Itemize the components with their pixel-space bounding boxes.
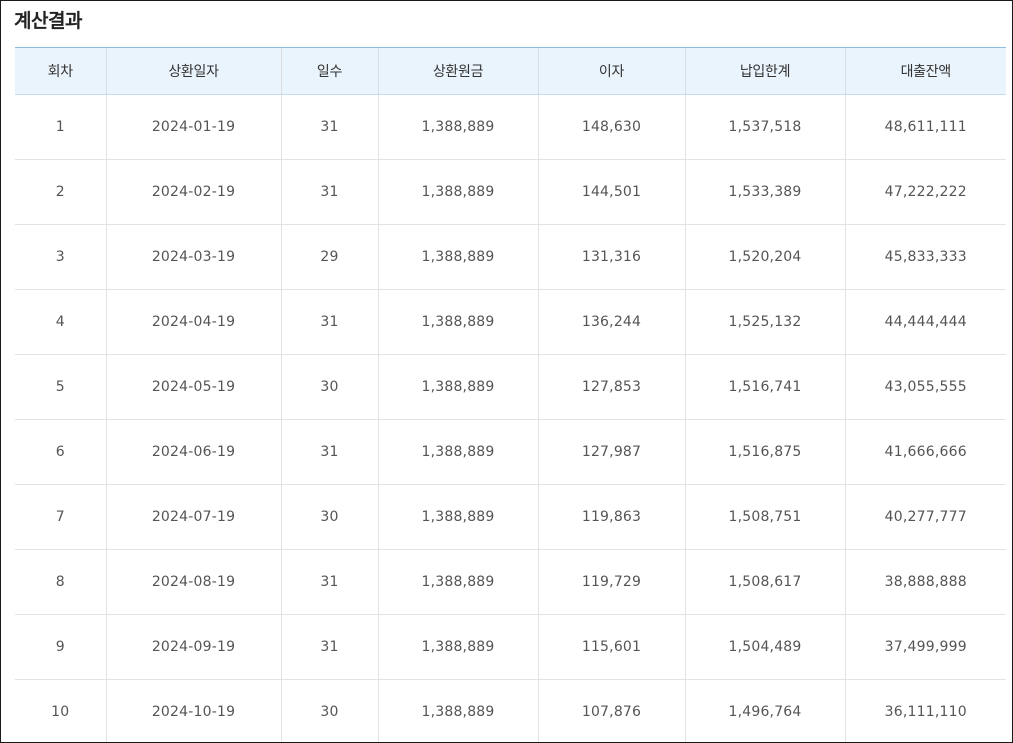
cell-loan-balance: 37,499,999 (844, 614, 1006, 680)
cell-payment-total: 1,520,204 (684, 224, 845, 290)
cell-repayment-date: 2024-04-19 (105, 289, 281, 355)
cell-principal: 1,388,889 (377, 419, 538, 485)
cell-principal: 1,388,889 (377, 354, 538, 420)
result-table: 회차 상환일자 일수 상환원금 이자 납입한계 대출잔액 1 2024-01-1… (15, 47, 1006, 742)
cell-loan-balance: 38,888,888 (844, 549, 1006, 615)
cell-interest: 136,244 (537, 289, 685, 355)
cell-loan-balance: 48,611,111 (844, 94, 1006, 160)
cell-installment-no: 7 (15, 484, 106, 550)
cell-repayment-date: 2024-01-19 (105, 94, 281, 160)
cell-payment-total: 1,504,489 (684, 614, 845, 680)
header-days: 일수 (280, 47, 378, 95)
cell-installment-no: 5 (15, 354, 106, 420)
cell-installment-no: 4 (15, 289, 106, 355)
cell-principal: 1,388,889 (377, 484, 538, 550)
header-installment-no: 회차 (15, 47, 106, 95)
cell-payment-total: 1,533,389 (684, 159, 845, 225)
table-header-row: 회차 상환일자 일수 상환원금 이자 납입한계 대출잔액 (15, 47, 1006, 95)
cell-installment-no: 6 (15, 419, 106, 485)
table-row: 3 2024-03-19 29 1,388,889 131,316 1,520,… (15, 224, 1006, 290)
cell-interest: 127,853 (537, 354, 685, 420)
cell-principal: 1,388,889 (377, 614, 538, 680)
cell-repayment-date: 2024-10-19 (105, 679, 281, 742)
table-row: 6 2024-06-19 31 1,388,889 127,987 1,516,… (15, 419, 1006, 485)
cell-payment-total: 1,516,875 (684, 419, 845, 485)
cell-loan-balance: 45,833,333 (844, 224, 1006, 290)
cell-repayment-date: 2024-03-19 (105, 224, 281, 290)
cell-payment-total: 1,525,132 (684, 289, 845, 355)
cell-interest: 144,501 (537, 159, 685, 225)
cell-repayment-date: 2024-05-19 (105, 354, 281, 420)
cell-principal: 1,388,889 (377, 94, 538, 160)
header-repayment-date: 상환일자 (105, 47, 281, 95)
cell-installment-no: 10 (15, 679, 106, 742)
table-row: 7 2024-07-19 30 1,388,889 119,863 1,508,… (15, 484, 1006, 550)
cell-installment-no: 3 (15, 224, 106, 290)
header-interest: 이자 (537, 47, 685, 95)
cell-days: 31 (280, 549, 378, 615)
cell-payment-total: 1,537,518 (684, 94, 845, 160)
cell-interest: 115,601 (537, 614, 685, 680)
cell-days: 31 (280, 289, 378, 355)
header-payment-total: 납입한계 (684, 47, 845, 95)
cell-loan-balance: 43,055,555 (844, 354, 1006, 420)
calculation-result-panel: 계산결과 회차 상환일자 일수 상환원금 이자 납입한계 대출잔액 1 2024… (0, 0, 1013, 743)
table-row: 8 2024-08-19 31 1,388,889 119,729 1,508,… (15, 549, 1006, 615)
cell-principal: 1,388,889 (377, 289, 538, 355)
cell-installment-no: 8 (15, 549, 106, 615)
cell-repayment-date: 2024-07-19 (105, 484, 281, 550)
table-row: 5 2024-05-19 30 1,388,889 127,853 1,516,… (15, 354, 1006, 420)
cell-loan-balance: 36,111,110 (844, 679, 1006, 742)
cell-payment-total: 1,496,764 (684, 679, 845, 742)
cell-installment-no: 1 (15, 94, 106, 160)
cell-interest: 148,630 (537, 94, 685, 160)
header-principal: 상환원금 (377, 47, 538, 95)
cell-installment-no: 9 (15, 614, 106, 680)
cell-days: 30 (280, 354, 378, 420)
cell-days: 30 (280, 484, 378, 550)
cell-days: 31 (280, 159, 378, 225)
cell-loan-balance: 47,222,222 (844, 159, 1006, 225)
cell-days: 31 (280, 614, 378, 680)
cell-repayment-date: 2024-02-19 (105, 159, 281, 225)
table-row: 2 2024-02-19 31 1,388,889 144,501 1,533,… (15, 159, 1006, 225)
cell-days: 31 (280, 419, 378, 485)
table-row: 4 2024-04-19 31 1,388,889 136,244 1,525,… (15, 289, 1006, 355)
cell-days: 31 (280, 94, 378, 160)
cell-repayment-date: 2024-06-19 (105, 419, 281, 485)
table-row: 1 2024-01-19 31 1,388,889 148,630 1,537,… (15, 94, 1006, 160)
cell-days: 29 (280, 224, 378, 290)
result-title: 계산결과 (14, 10, 82, 32)
cell-principal: 1,388,889 (377, 549, 538, 615)
cell-days: 30 (280, 679, 378, 742)
table-row: 10 2024-10-19 30 1,388,889 107,876 1,496… (15, 679, 1006, 742)
cell-loan-balance: 41,666,666 (844, 419, 1006, 485)
cell-payment-total: 1,516,741 (684, 354, 845, 420)
cell-principal: 1,388,889 (377, 224, 538, 290)
table-row: 9 2024-09-19 31 1,388,889 115,601 1,504,… (15, 614, 1006, 680)
cell-repayment-date: 2024-08-19 (105, 549, 281, 615)
header-loan-balance: 대출잔액 (844, 47, 1006, 95)
cell-loan-balance: 44,444,444 (844, 289, 1006, 355)
cell-principal: 1,388,889 (377, 679, 538, 742)
cell-loan-balance: 40,277,777 (844, 484, 1006, 550)
cell-interest: 127,987 (537, 419, 685, 485)
cell-interest: 131,316 (537, 224, 685, 290)
cell-payment-total: 1,508,617 (684, 549, 845, 615)
cell-repayment-date: 2024-09-19 (105, 614, 281, 680)
cell-interest: 119,729 (537, 549, 685, 615)
cell-interest: 107,876 (537, 679, 685, 742)
cell-payment-total: 1,508,751 (684, 484, 845, 550)
cell-principal: 1,388,889 (377, 159, 538, 225)
cell-installment-no: 2 (15, 159, 106, 225)
cell-interest: 119,863 (537, 484, 685, 550)
